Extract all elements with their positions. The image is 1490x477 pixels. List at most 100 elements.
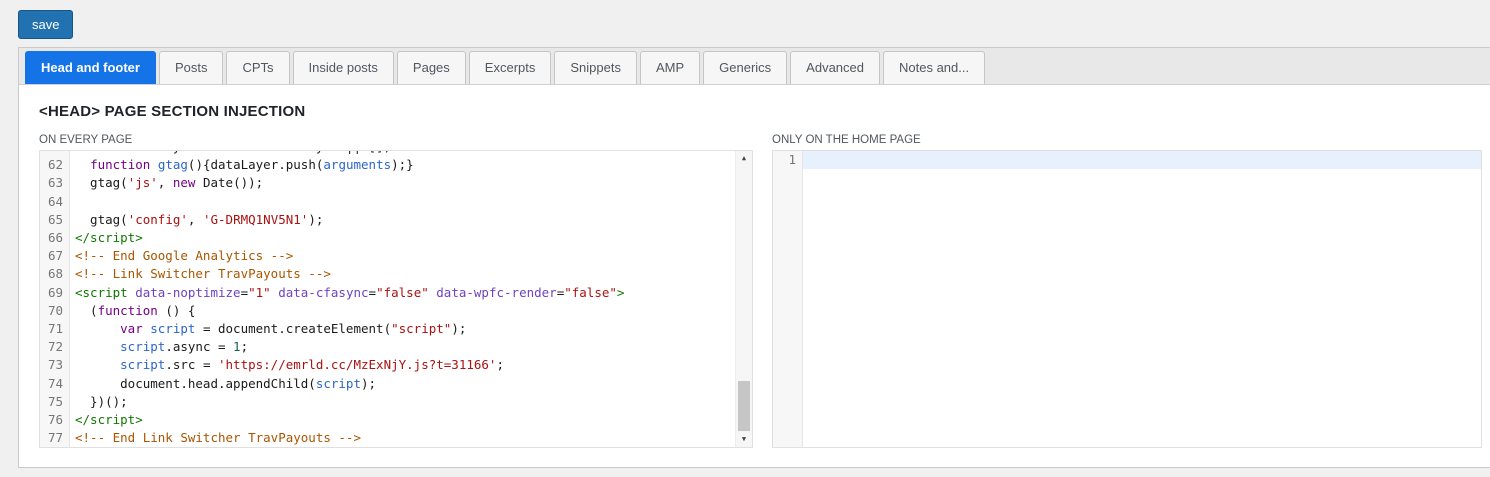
code-line: 66 </script> bbox=[40, 229, 752, 247]
code-token: , bbox=[188, 212, 203, 227]
code-token: "1" bbox=[248, 285, 271, 300]
code-token: gtag( bbox=[75, 212, 128, 227]
code-token: data-noptimize bbox=[135, 285, 240, 300]
tab-snippets[interactable]: Snippets bbox=[554, 51, 637, 84]
tab-notes-and[interactable]: Notes and... bbox=[883, 51, 985, 84]
code-token: </script> bbox=[75, 230, 143, 245]
line-number: 71 bbox=[40, 320, 70, 338]
code-token: gtag bbox=[158, 157, 188, 172]
code-line: 77<!-- End Link Switcher TravPayouts --> bbox=[40, 429, 752, 447]
save-button[interactable]: save bbox=[18, 10, 73, 39]
code-line-text: </script> bbox=[70, 411, 752, 429]
tab-amp[interactable]: AMP bbox=[640, 51, 700, 84]
line-number: 76 bbox=[40, 411, 70, 429]
code-token: .src = bbox=[165, 357, 218, 372]
line-number: 70 bbox=[40, 302, 70, 320]
code-line: 74 document.head.appendChild(script); bbox=[40, 375, 752, 393]
code-line: 64 bbox=[40, 193, 752, 211]
code-line: 63 gtag('js', new Date()); bbox=[40, 174, 752, 192]
editor-scrollbar[interactable]: ▲ ▼ bbox=[735, 151, 752, 447]
line-number: 75 bbox=[40, 393, 70, 411]
line-number: 74 bbox=[40, 375, 70, 393]
tab-inside-posts[interactable]: Inside posts bbox=[293, 51, 394, 84]
left-editor-label: ON EVERY PAGE bbox=[39, 134, 753, 146]
code-token: new bbox=[173, 175, 196, 190]
code-token: arguments bbox=[323, 157, 391, 172]
code-line-text: (function () { bbox=[70, 302, 752, 320]
code-token: data-cfasync bbox=[278, 285, 368, 300]
settings-panel: Head and footerPostsCPTsInside postsPage… bbox=[18, 47, 1490, 468]
code-editor-every-page[interactable]: 61window.dataLayer = window.dataLayer ||… bbox=[39, 150, 753, 448]
line-number: 66 bbox=[40, 229, 70, 247]
code-token bbox=[75, 357, 120, 372]
code-token: gtag( bbox=[75, 175, 128, 190]
code-token bbox=[75, 339, 120, 354]
code-token: <script bbox=[75, 285, 128, 300]
editors-row: ON EVERY PAGE 61window.dataLayer = windo… bbox=[39, 134, 1482, 448]
code-line: 75 })(); bbox=[40, 393, 752, 411]
code-token: Date()); bbox=[195, 175, 263, 190]
line-number: 68 bbox=[40, 265, 70, 283]
tab-cpts[interactable]: CPTs bbox=[226, 51, 289, 84]
code-line: 62 function gtag(){dataLayer.push(argume… bbox=[40, 156, 752, 174]
tab-generics[interactable]: Generics bbox=[703, 51, 787, 84]
code-line-text bbox=[70, 193, 752, 211]
active-code-line: 1 bbox=[773, 151, 1481, 169]
line-number: 1 bbox=[773, 151, 803, 169]
code-token: , bbox=[158, 175, 173, 190]
code-line-text: <script data-noptimize="1" data-cfasync=… bbox=[70, 284, 752, 302]
code-token: ( bbox=[75, 303, 98, 318]
code-token: (){dataLayer.push( bbox=[188, 157, 323, 172]
code-line: 65 gtag('config', 'G-DRMQ1NV5N1'); bbox=[40, 211, 752, 229]
code-token: })(); bbox=[75, 394, 128, 409]
code-token: 'G-DRMQ1NV5N1' bbox=[203, 212, 308, 227]
line-number: 65 bbox=[40, 211, 70, 229]
editor-gutter bbox=[773, 151, 803, 447]
code-line-text: <!-- End Google Analytics --> bbox=[70, 247, 752, 265]
line-number: 63 bbox=[40, 174, 70, 192]
tab-bar: Head and footerPostsCPTsInside postsPage… bbox=[19, 48, 1490, 85]
code-token: script bbox=[120, 357, 165, 372]
code-token: > bbox=[617, 285, 625, 300]
tab-excerpts[interactable]: Excerpts bbox=[469, 51, 552, 84]
line-number: 67 bbox=[40, 247, 70, 265]
code-line-text: gtag('js', new Date()); bbox=[70, 174, 752, 192]
line-number: 73 bbox=[40, 356, 70, 374]
code-line-text: gtag('config', 'G-DRMQ1NV5N1'); bbox=[70, 211, 752, 229]
code-token: var bbox=[120, 321, 143, 336]
code-token: .async = bbox=[165, 339, 233, 354]
code-editor-home-page[interactable]: 1 bbox=[772, 150, 1482, 448]
tab-head-and-footer[interactable]: Head and footer bbox=[25, 51, 156, 84]
code-line-text: </script> bbox=[70, 229, 752, 247]
code-token: document.head.appendChild( bbox=[75, 376, 316, 391]
code-line-text bbox=[803, 151, 1481, 169]
line-number: 64 bbox=[40, 193, 70, 211]
code-token: <!-- Link Switcher TravPayouts --> bbox=[75, 266, 331, 281]
code-token bbox=[150, 157, 158, 172]
code-token: "false" bbox=[564, 285, 617, 300]
code-token: function bbox=[98, 303, 158, 318]
code-token: () { bbox=[158, 303, 196, 318]
code-token: ); bbox=[451, 321, 466, 336]
right-editor-label: ONLY ON THE HOME PAGE bbox=[772, 134, 1482, 146]
code-line-text: })(); bbox=[70, 393, 752, 411]
tab-posts[interactable]: Posts bbox=[159, 51, 224, 84]
code-token: = bbox=[241, 285, 249, 300]
code-token: );} bbox=[391, 157, 414, 172]
code-token bbox=[75, 157, 90, 172]
code-line-text: script.async = 1; bbox=[70, 338, 752, 356]
scrollbar-thumb[interactable] bbox=[738, 381, 750, 431]
tab-pages[interactable]: Pages bbox=[397, 51, 466, 84]
code-token: <!-- End Link Switcher TravPayouts --> bbox=[75, 430, 361, 445]
section-heading: <HEAD> PAGE SECTION INJECTION bbox=[39, 103, 1482, 120]
code-token: 1 bbox=[233, 339, 241, 354]
code-token: script bbox=[120, 339, 165, 354]
code-line: 69<script data-noptimize="1" data-cfasyn… bbox=[40, 284, 752, 302]
code-line: 71 var script = document.createElement("… bbox=[40, 320, 752, 338]
code-line-text: <!-- Link Switcher TravPayouts --> bbox=[70, 265, 752, 283]
tab-advanced[interactable]: Advanced bbox=[790, 51, 880, 84]
scroll-down-button[interactable]: ▼ bbox=[736, 432, 752, 447]
scroll-up-button[interactable]: ▲ bbox=[736, 151, 752, 166]
code-token: = bbox=[369, 285, 377, 300]
code-token: 'config' bbox=[128, 212, 188, 227]
